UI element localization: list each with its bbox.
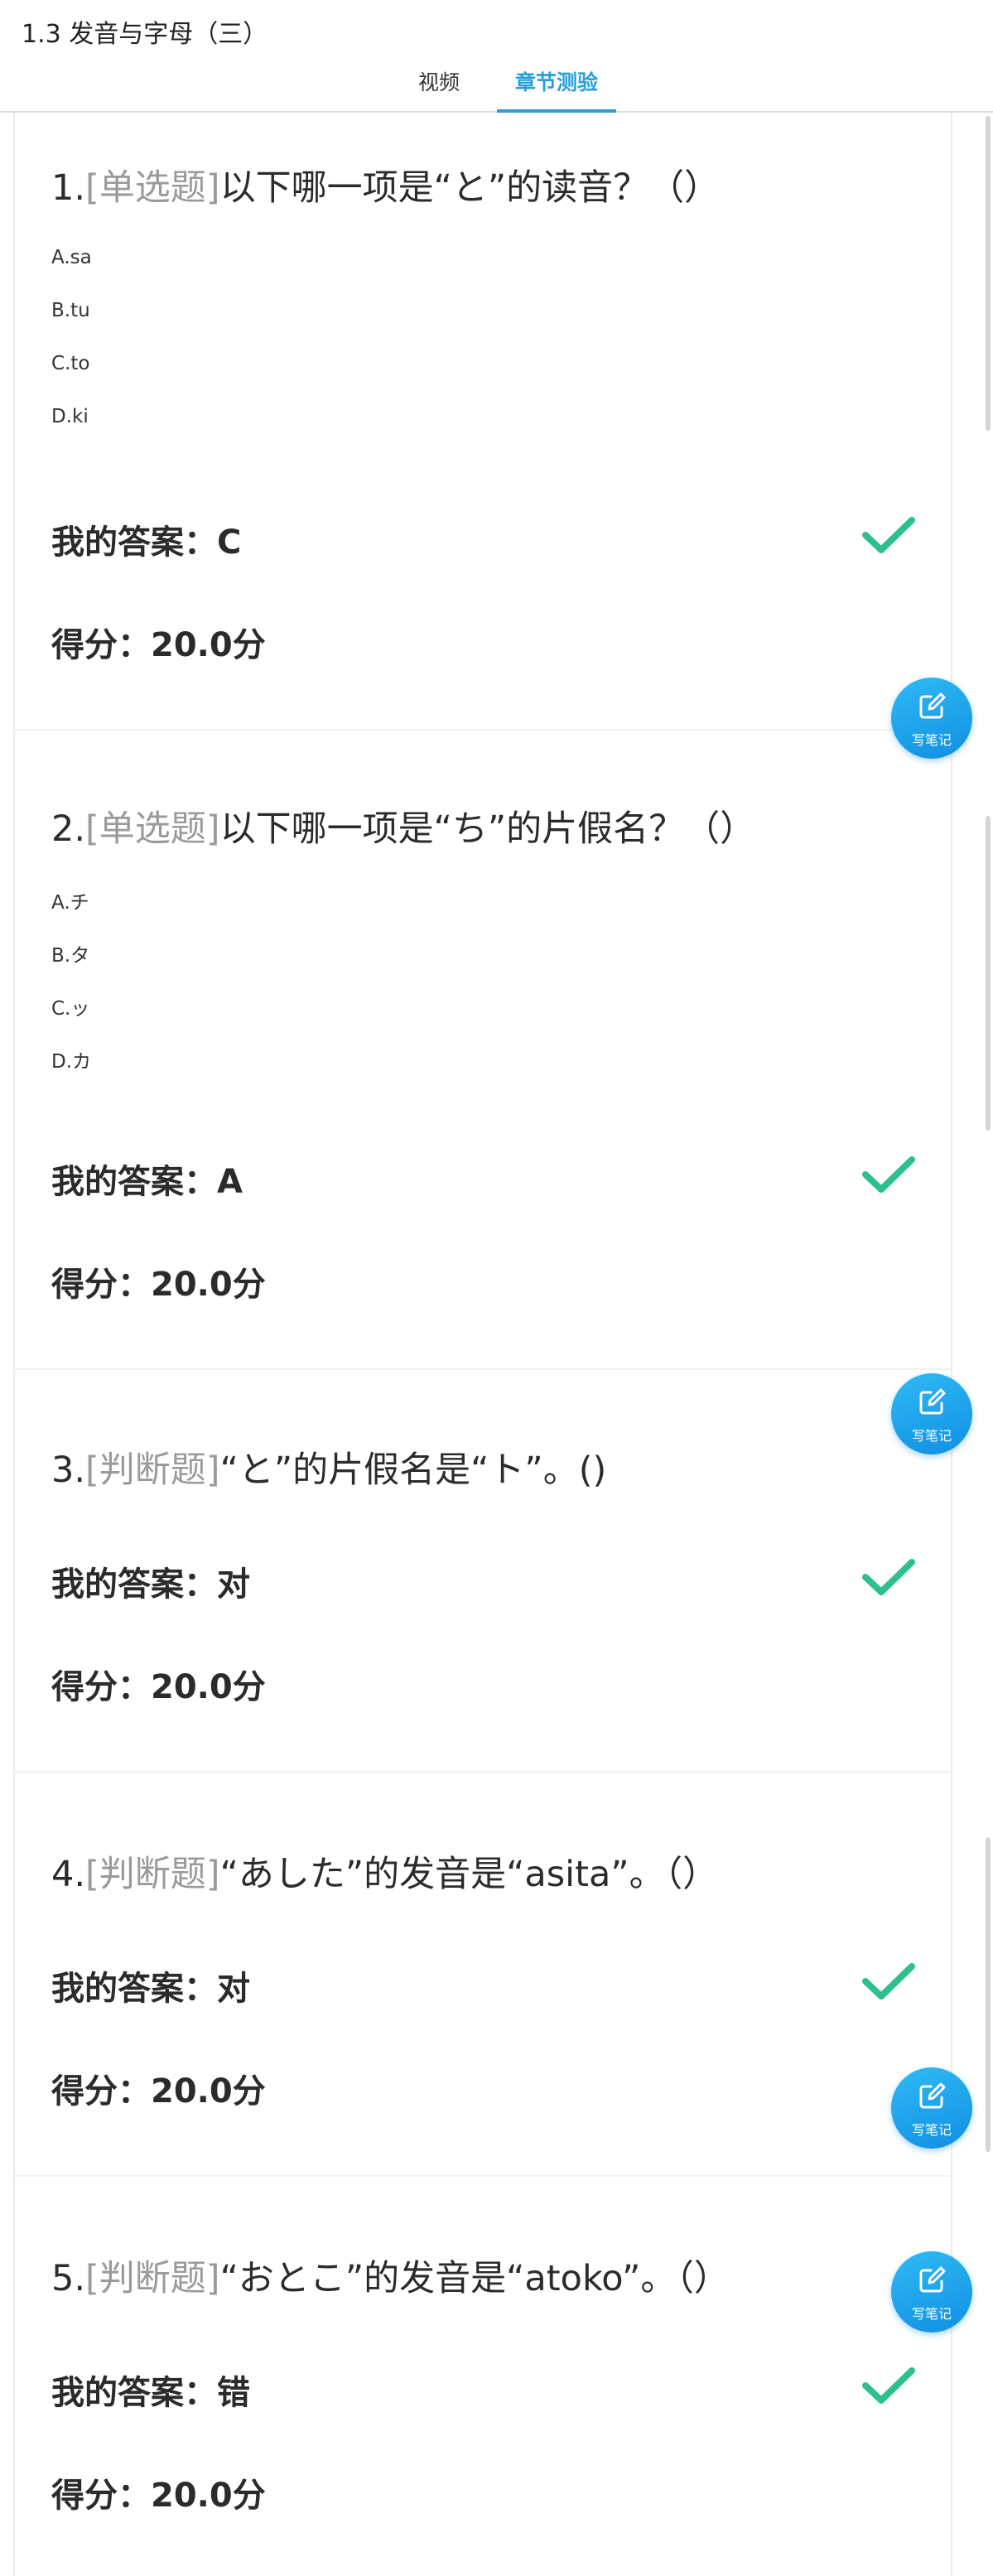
score-value: 20.0分 bbox=[151, 1266, 266, 1304]
write-note-button[interactable]: 写笔记 bbox=[891, 2251, 972, 2332]
page-header: 1.3 发音与字母（三） 视频 章节测验 bbox=[0, 0, 993, 113]
question-text: 以下哪一项是“ち”的片假名？（） bbox=[219, 808, 756, 850]
score-label: 得分： bbox=[51, 1668, 151, 1706]
question-type: [判断题] bbox=[85, 1854, 220, 1895]
option-a: A.チ bbox=[51, 892, 89, 914]
answer-label: 我的答案： bbox=[51, 1565, 217, 1604]
question-type: [单选题] bbox=[85, 808, 220, 850]
answer-label: 我的答案： bbox=[51, 1163, 217, 1201]
scrollbar[interactable] bbox=[986, 816, 991, 1131]
score-label: 得分： bbox=[51, 626, 151, 664]
question-number: 5. bbox=[51, 2258, 86, 2299]
option-b: B.タ bbox=[51, 945, 90, 967]
tab-chapter-quiz-label: 章节测验 bbox=[514, 70, 598, 94]
write-note-button[interactable]: 写笔记 bbox=[891, 678, 972, 759]
tab-bar: 视频 章节测验 bbox=[0, 66, 993, 113]
answer-value: 对 bbox=[217, 1565, 250, 1604]
question-divider bbox=[13, 1368, 952, 1370]
answer-value: 对 bbox=[217, 1970, 250, 2008]
scrollbar[interactable] bbox=[986, 116, 991, 431]
write-note-button[interactable]: 写笔记 bbox=[891, 1373, 972, 1454]
tab-video[interactable]: 视频 bbox=[398, 66, 480, 113]
question-type: [判断题] bbox=[85, 2258, 220, 2299]
check-icon bbox=[862, 1559, 915, 1595]
score: 得分：20.0分 bbox=[51, 2468, 266, 2516]
page-title: 1.3 发音与字母（三） bbox=[22, 20, 268, 49]
edit-note-icon bbox=[919, 692, 946, 719]
question-type: [判断题] bbox=[85, 1450, 220, 1491]
option-c: C.ッ bbox=[51, 998, 90, 1020]
check-icon bbox=[862, 1963, 915, 2000]
answer-value: C bbox=[217, 523, 242, 562]
score: 得分：20.0分 bbox=[51, 1660, 266, 1708]
my-answer: 我的答案：对 bbox=[51, 1961, 250, 2009]
question-number: 2. bbox=[51, 808, 86, 850]
question-number: 1. bbox=[51, 167, 86, 209]
score-label: 得分： bbox=[51, 1266, 151, 1304]
score: 得分：20.0分 bbox=[51, 2064, 266, 2112]
edit-note-icon bbox=[919, 1388, 946, 1415]
score: 得分：20.0分 bbox=[51, 618, 266, 666]
my-answer: 我的答案：C bbox=[51, 515, 241, 563]
write-note-button[interactable]: 写笔记 bbox=[891, 2067, 972, 2149]
score-value: 20.0分 bbox=[151, 1668, 266, 1706]
question-type: [单选题] bbox=[85, 167, 220, 209]
write-note-label: 写笔记 bbox=[911, 1428, 952, 1444]
answer-value: 错 bbox=[217, 2374, 250, 2412]
question-divider bbox=[13, 729, 952, 731]
question-number: 4. bbox=[51, 1854, 86, 1895]
question-divider bbox=[13, 1771, 952, 1773]
answer-label: 我的答案： bbox=[51, 1970, 217, 2008]
answer-value: A bbox=[217, 1163, 243, 1201]
score-label: 得分： bbox=[51, 2477, 151, 2515]
option-a: A.sa bbox=[51, 247, 92, 268]
write-note-label: 写笔记 bbox=[911, 2122, 952, 2138]
scrollbar[interactable] bbox=[986, 1837, 991, 2152]
write-note-label: 写笔记 bbox=[911, 2306, 952, 2322]
option-d: D.ki bbox=[51, 406, 89, 427]
option-c: C.to bbox=[51, 353, 90, 374]
question-title: 5.[判断题]“おとこ”的发音是“atoko”。（） bbox=[51, 2250, 730, 2301]
check-icon bbox=[862, 517, 915, 553]
tab-chapter-quiz[interactable]: 章节测验 bbox=[497, 66, 616, 113]
question-title: 4.[判断题]“あした”的发音是“asita”。（） bbox=[51, 1845, 718, 1897]
question-number: 3. bbox=[51, 1450, 86, 1491]
question-divider bbox=[13, 2175, 952, 2177]
question-title: 2.[单选题]以下哪一项是“ち”的片假名？（） bbox=[51, 800, 755, 851]
question-title: 1.[单选题]以下哪一项是“と”的读音？（） bbox=[51, 159, 720, 210]
score-label: 得分： bbox=[51, 2072, 151, 2110]
option-d: D.カ bbox=[51, 1051, 92, 1073]
my-answer: 我的答案：对 bbox=[51, 1557, 250, 1605]
edit-note-icon bbox=[919, 2266, 946, 2293]
score: 得分：20.0分 bbox=[51, 1257, 266, 1305]
question-title: 3.[判断题]“と”的片假名是“ト”。() bbox=[51, 1441, 606, 1493]
question-text: “おとこ”的发音是“atoko”。（） bbox=[219, 2258, 730, 2299]
answer-label: 我的答案： bbox=[51, 523, 217, 562]
check-icon bbox=[862, 1156, 915, 1193]
my-answer: 我的答案：A bbox=[51, 1155, 243, 1203]
question-text: “あした”的发音是“asita”。（） bbox=[219, 1854, 719, 1895]
question-text: 以下哪一项是“と”的读音？（） bbox=[219, 167, 721, 209]
score-value: 20.0分 bbox=[151, 2477, 266, 2515]
edit-note-icon bbox=[919, 2082, 946, 2109]
write-note-label: 写笔记 bbox=[911, 732, 952, 748]
check-icon bbox=[862, 2367, 915, 2404]
my-answer: 我的答案：错 bbox=[51, 2366, 250, 2414]
quiz-content[interactable] bbox=[13, 113, 952, 2576]
score-value: 20.0分 bbox=[151, 2072, 266, 2110]
answer-label: 我的答案： bbox=[51, 2374, 217, 2412]
score-value: 20.0分 bbox=[151, 626, 266, 664]
question-text: “と”的片假名是“ト”。() bbox=[219, 1450, 607, 1491]
option-b: B.tu bbox=[51, 300, 90, 321]
